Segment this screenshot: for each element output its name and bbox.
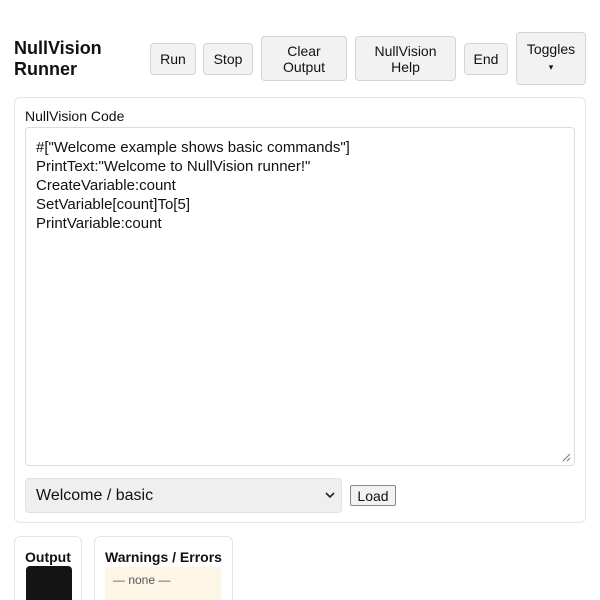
warnings-title: Warnings / Errors: [105, 549, 222, 565]
toggles-button[interactable]: Toggles ▾: [516, 32, 586, 85]
code-editor[interactable]: #["Welcome example shows basic commands"…: [25, 127, 575, 466]
output-panel: Output: [14, 536, 82, 600]
output-console[interactable]: [26, 566, 72, 600]
app-title: NullVision Runner: [14, 38, 102, 79]
code-line: CreateVariable:count: [36, 177, 176, 194]
warnings-list: — none —: [105, 567, 221, 600]
code-line: #["Welcome example shows basic commands"…: [36, 139, 350, 156]
output-title: Output: [25, 549, 71, 565]
code-panel: NullVision Code #["Welcome example shows…: [14, 97, 586, 523]
help-button[interactable]: NullVision Help: [355, 36, 456, 81]
code-line: PrintVariable:count: [36, 215, 162, 232]
nullvision-runner-app: NullVision Runner Run Stop Clear Output …: [0, 0, 600, 600]
toggles-label: Toggles: [526, 41, 576, 57]
warnings-panel: Warnings / Errors — none —: [94, 536, 233, 600]
caret-down-icon: ▾: [548, 62, 554, 72]
clear-output-button[interactable]: Clear Output: [261, 36, 347, 81]
code-label: NullVision Code: [25, 108, 125, 124]
end-button[interactable]: End: [464, 43, 508, 75]
run-button[interactable]: Run: [150, 43, 196, 75]
example-select-value: Welcome / basic: [36, 486, 154, 504]
warnings-empty-text: — none —: [113, 573, 171, 587]
chevron-down-icon: [325, 492, 335, 499]
code-line: PrintText:"Welcome to NullVision runner!…: [36, 158, 311, 175]
stop-button[interactable]: Stop: [203, 43, 253, 75]
code-line: SetVariable[count]To[5]: [36, 196, 190, 213]
example-select[interactable]: Welcome / basic: [25, 478, 342, 513]
resize-grip-icon[interactable]: [562, 453, 571, 462]
load-button[interactable]: Load: [350, 485, 396, 506]
